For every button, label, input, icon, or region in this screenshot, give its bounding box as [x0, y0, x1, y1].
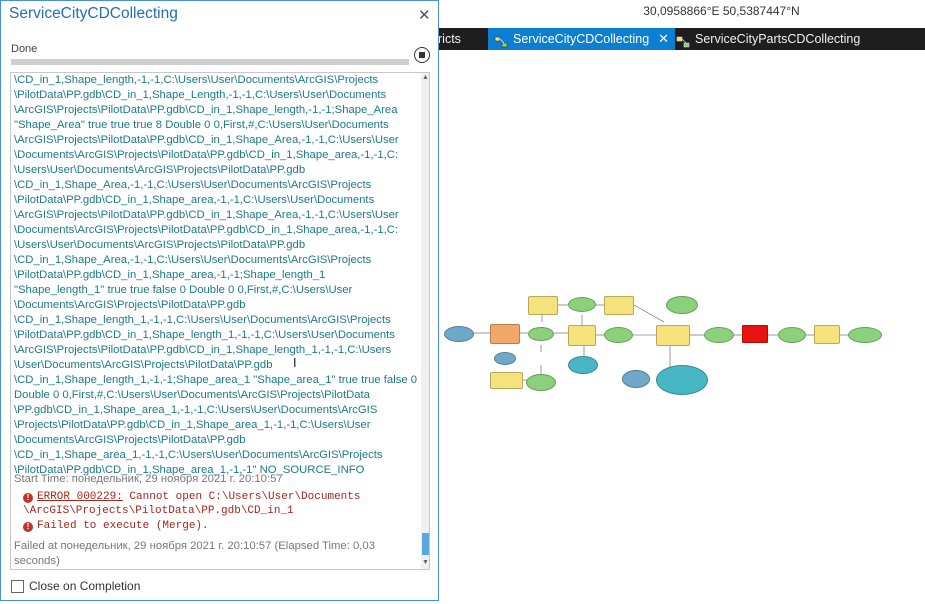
model-input-node[interactable] [444, 326, 474, 342]
tab-label: ServiceCityPartsCDCollecting [695, 32, 861, 46]
log-line: \Users\User\Documents\ArcGIS\Projects\Pi… [14, 164, 306, 176]
log-line: \CD_in_1,Shape_length,-1,-1,C:\Users\Use… [14, 74, 379, 86]
scroll-up-icon[interactable]: ▲ [422, 74, 429, 81]
error-icon: ! [23, 493, 33, 503]
close-icon[interactable]: ✕ [658, 28, 669, 50]
dialog-title: ServiceCityCDCollecting [9, 5, 178, 22]
model-tool-node[interactable] [814, 325, 840, 344]
error-message-line2: \ArcGIS\Projects\PilotData\PP.gdb\CD_in_… [23, 505, 294, 517]
status-label: Done [11, 43, 38, 55]
tab-servicecitypartscdcollecting[interactable]: ServiceCityPartsCDCollecting [670, 28, 866, 50]
model-tool-node[interactable] [742, 325, 768, 343]
progress-bar [11, 59, 409, 65]
coordinate-readout: 30,0958866°E 50,5387447°N [438, 0, 925, 22]
model-output-node[interactable] [704, 327, 734, 343]
stop-icon[interactable] [414, 47, 430, 63]
log-line: \CD_in_1,Shape_area_1,-1,-1,C:\Users\Use… [14, 449, 383, 461]
log-line: \CD_in_1,Shape_Area,-1,-1,C:\Users\User\… [14, 254, 372, 266]
log-line: \CD_in_1,Shape_length_1,-1,-1;Shape_area… [14, 374, 418, 386]
error-message-line3: ! Failed to execute (Merge). [23, 520, 209, 532]
log-line: "Shape_Area" true true true 8 Double 0 0… [14, 119, 389, 131]
log-line: \PilotData\PP.gdb\CD_in_1,Shape_Length,-… [14, 89, 387, 101]
log-scrollbar[interactable]: ▲ ▼ [421, 73, 429, 569]
message-log[interactable]: \CD_in_1,Shape_length,-1,-1,C:\Users\Use… [10, 72, 430, 570]
model-output-node[interactable] [526, 374, 556, 391]
log-line: \Users\User\Documents\ArcGIS\Projects\Pi… [14, 239, 306, 251]
model-output-node[interactable] [656, 365, 708, 395]
model-tool-node[interactable] [528, 296, 558, 315]
log-line: \ArcGIS\Projects\PilotData\PP.gdb\CD_in_… [14, 344, 392, 356]
log-line: \ArcGIS\Projects\PilotData\PP.gdb\CD_in_… [14, 209, 399, 221]
close-icon[interactable]: ✕ [418, 6, 431, 24]
log-line: \Documents\ArcGIS\Projects\PilotData\PP.… [14, 434, 246, 446]
text-cursor-icon: I [293, 355, 297, 370]
close-on-completion[interactable]: Close on Completion [11, 579, 140, 593]
log-line: \Documents\ArcGIS\Projects\PilotData\PP.… [14, 224, 399, 236]
model-tool-node[interactable] [490, 372, 523, 389]
log-line: \CD_in_1,Shape_Area,-1,-1,C:\Users\User\… [14, 179, 372, 191]
close-on-completion-checkbox[interactable] [11, 579, 24, 593]
log-line: \PP.gdb\CD_in_1,Shape_area_1,-1,-1,C:\Us… [14, 404, 378, 416]
log-text: \CD_in_1,Shape_length,-1,-1,C:\Users\Use… [14, 73, 418, 478]
model-output-node[interactable] [604, 327, 633, 343]
geoprocessing-messages-dialog: ServiceCityCDCollecting ✕ Done \CD_in_1,… [0, 0, 439, 601]
error-message-line1: ! ERROR 000229: Cannot open C:\Users\User… [23, 491, 360, 503]
scroll-down-icon[interactable]: ▼ [422, 559, 429, 566]
model-output-node[interactable] [778, 327, 806, 343]
model-tool-node[interactable] [656, 325, 690, 346]
model-icon [676, 33, 690, 48]
model-output-node[interactable] [666, 296, 698, 314]
model-tool-node[interactable] [568, 325, 596, 346]
log-line: \CD_in_1,Shape_length_1,-1,-1,C:\Users\U… [14, 314, 391, 326]
log-line: \ArcGIS\Projects\PilotData\PP.gdb\CD_in_… [14, 104, 398, 116]
model-canvas[interactable] [438, 50, 925, 604]
tab-servicecitycdcollecting[interactable]: ServiceCityCDCollecting ✕ [488, 28, 676, 50]
log-line: Double 0 0,First,#,C:\Users\User\Documen… [14, 389, 370, 401]
tab-label: ricts [438, 32, 461, 46]
tab-bar: ricts ServiceCityCDCollecting ✕ ServiceC… [438, 28, 925, 50]
error-code[interactable]: ERROR 000229: [37, 491, 123, 503]
error-icon: ! [23, 522, 33, 532]
failed-time-text: Failed at понедельник, 29 ноября 2021 г.… [14, 540, 375, 567]
error-text: Failed to execute (Merge). [37, 520, 209, 532]
error-text: Cannot open C:\Users\User\Documents [122, 491, 361, 503]
model-tool-node[interactable] [604, 296, 634, 315]
model-output-node[interactable] [568, 356, 598, 374]
model-tool-node[interactable] [490, 324, 520, 344]
model-icon [494, 33, 508, 48]
log-line: \Projects\PilotData\PP.gdb\CD_in_1,Shape… [14, 419, 371, 431]
log-line: "Shape_length_1" true true false 0 Doubl… [14, 284, 353, 296]
log-line: \PilotData\PP.gdb\CD_in_1,Shape_area,-1,… [14, 269, 326, 281]
model-output-node[interactable] [528, 327, 554, 341]
tab-label: ServiceCityCDCollecting [513, 32, 650, 46]
close-on-completion-label: Close on Completion [29, 579, 141, 593]
log-line: \Documents\ArcGIS\Projects\PilotData\PP.… [14, 149, 399, 161]
error-text: \ArcGIS\Projects\PilotData\PP.gdb\CD_in_… [23, 505, 294, 517]
start-time-text: Start Time: понедельник, 29 ноября 2021 … [14, 473, 283, 485]
log-line: \PilotData\PP.gdb\CD_in_1,Shape_length_1… [14, 329, 395, 341]
model-output-node[interactable] [568, 297, 596, 312]
model-param-node[interactable] [622, 370, 650, 388]
log-line: \PilotData\PP.gdb\CD_in_1,Shape_area,-1,… [14, 194, 375, 206]
model-output-node[interactable] [848, 327, 882, 343]
log-line: \Documents\ArcGIS\Projects\PilotData\PP.… [14, 299, 246, 311]
log-line: \ArcGIS\Projects\PilotData\PP.gdb\CD_in_… [14, 134, 399, 146]
model-param-node[interactable] [494, 352, 516, 365]
scroll-thumb[interactable] [422, 533, 429, 555]
log-line: \User\Documents\ArcGIS\Projects\PilotDat… [14, 359, 273, 371]
